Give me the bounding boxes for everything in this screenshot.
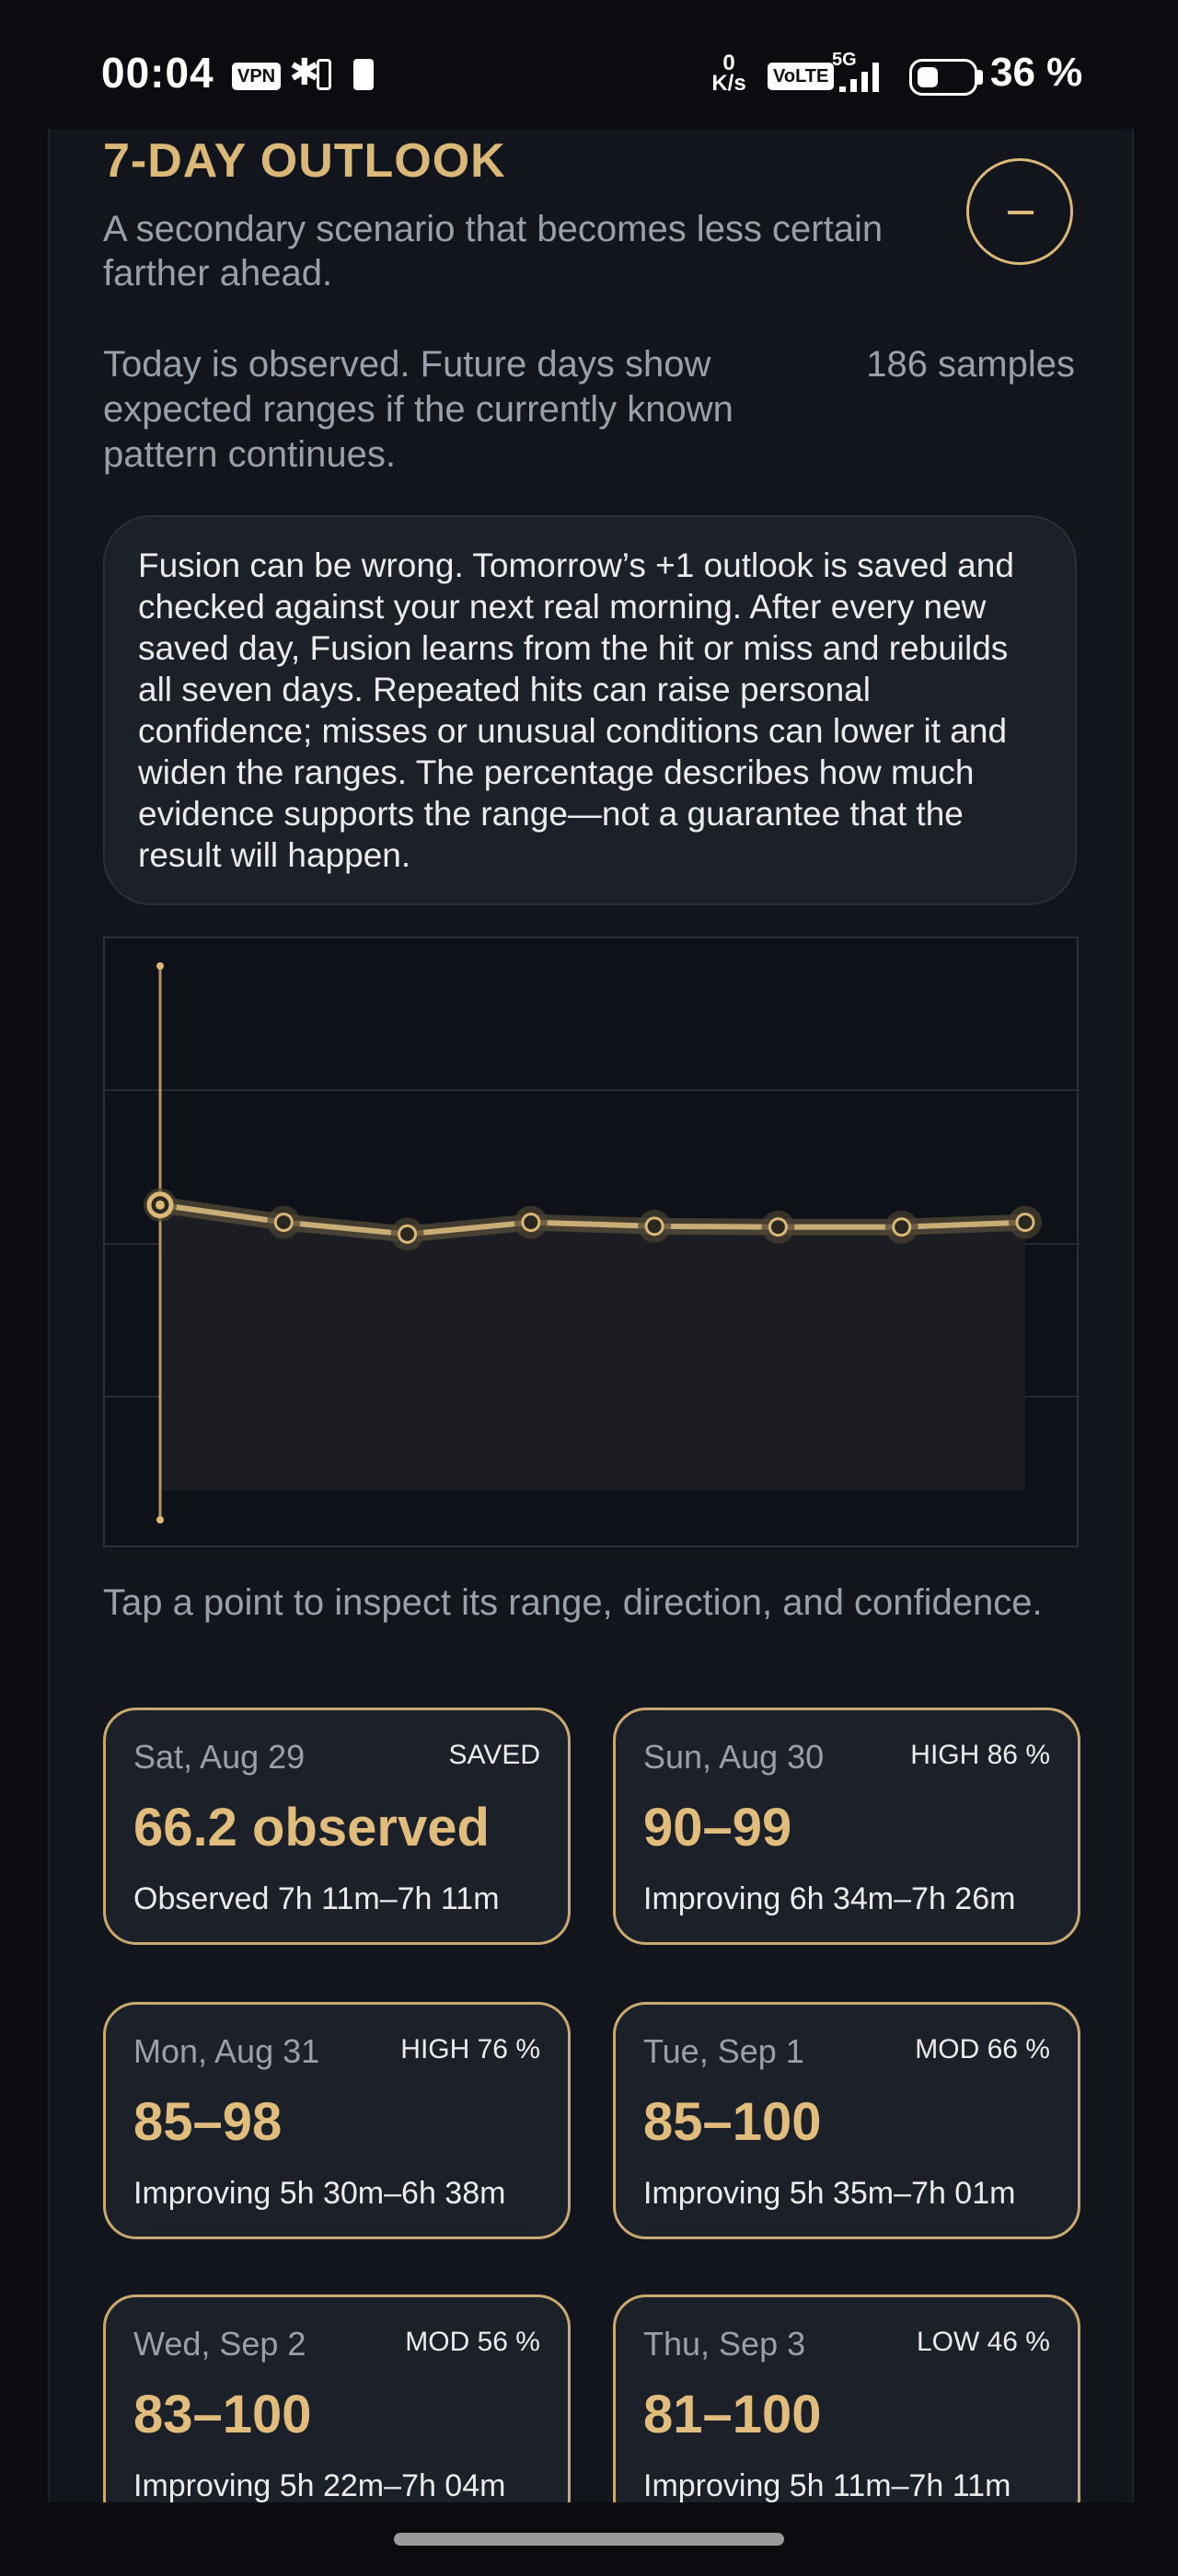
day-card-value: 66.2 observed (133, 1798, 490, 1857)
data-point[interactable] (892, 1217, 912, 1237)
device-battery-icon (317, 59, 331, 90)
day-card-date: Sat, Aug 29 (133, 1738, 306, 1776)
day-card-date: Sun, Aug 30 (643, 1738, 825, 1776)
day-card-confidence: LOW 46 % (916, 2327, 1050, 2357)
day-card-date: Wed, Sep 2 (133, 2325, 306, 2363)
status-bar: 00:04 VPN ✱ 0 K/s VoLTE 5G 36 % (0, 0, 1178, 129)
day-card-date: Thu, Sep 3 (643, 2325, 806, 2363)
day-card-confidence: SAVED (448, 1740, 540, 1770)
day-card-confidence: MOD 66 % (915, 2034, 1050, 2064)
battery-percent: 36 % (990, 50, 1083, 95)
data-point-selected-core (156, 1200, 165, 1210)
series-area (160, 1204, 1025, 1490)
section-title: 7-DAY OUTLOOK (103, 134, 506, 188)
day-card[interactable]: Tue, Sep 1 MOD 66 % 85–100 Improving 5h 35m… (613, 2002, 1080, 2239)
vpn-badge: VPN (232, 63, 282, 90)
outlook-chart[interactable] (103, 937, 1080, 1549)
section-subtitle: A secondary scenario that becomes less c… (103, 209, 884, 293)
data-point[interactable] (398, 1224, 418, 1244)
day-card[interactable]: Thu, Sep 3 LOW 46 % 81–100 Improving 5h 11m… (613, 2294, 1080, 2502)
day-card-confidence: MOD 56 % (405, 2327, 540, 2357)
data-rate: 0 K/s (705, 52, 753, 96)
samples-count: 186 samples (866, 344, 1075, 385)
outlook-panel: 7-DAY OUTLOOK A secondary scenario that … (48, 129, 1134, 2502)
selection-bottom-cap (156, 1516, 164, 1524)
data-point[interactable] (273, 1213, 294, 1233)
signal-icon (839, 63, 879, 92)
day-card-detail: Observed 7h 11m–7h 11m (133, 1881, 500, 1916)
chart-hint: Tap a point to inspect its range, direct… (103, 1582, 1043, 1623)
day-card-value: 83–100 (133, 2385, 312, 2444)
day-card[interactable]: Wed, Sep 2 MOD 56 % 83–100 Improving 5h 22m… (103, 2294, 571, 2502)
data-point[interactable] (644, 1216, 664, 1236)
volte-badge: VoLTE (768, 63, 835, 90)
day-card-detail: Improving 5h 11m–7h 11m (643, 2468, 1011, 2502)
day-card-detail: Improving 5h 22m–7h 04m (133, 2468, 506, 2502)
day-card-value: 85–100 (643, 2092, 822, 2152)
data-point[interactable] (768, 1217, 788, 1237)
day-card-detail: Improving 5h 35m–7h 01m (643, 2176, 1016, 2211)
day-card[interactable]: Sun, Aug 30 HIGH 86 % 90–99 Improving 6h 34… (613, 1708, 1080, 1945)
day-card-date: Mon, Aug 31 (133, 2032, 320, 2070)
disclaimer-note: Fusion can be wrong. Tomorrow’s +1 outlo… (103, 515, 1077, 905)
day-card[interactable]: Sat, Aug 29 SAVED 66.2 observed Observed 7h… (103, 1708, 571, 1945)
day-card-detail: Improving 5h 30m–6h 38m (133, 2176, 506, 2211)
clock: 00:04 (101, 49, 214, 97)
battery-icon (909, 59, 977, 96)
bluetooth-icon: ✱ (289, 52, 320, 93)
data-rate-unit: K/s (711, 71, 746, 96)
collapse-button[interactable] (966, 158, 1073, 265)
day-card-value: 85–98 (133, 2092, 283, 2152)
data-point[interactable] (521, 1213, 541, 1233)
home-indicator[interactable] (394, 2533, 784, 2546)
data-point[interactable] (1015, 1213, 1035, 1233)
chart-svg[interactable] (105, 938, 1080, 1549)
day-card[interactable]: Mon, Aug 31 HIGH 76 % 85–98 Improving 5h 30… (103, 2002, 571, 2239)
day-card-value: 90–99 (643, 1798, 792, 1857)
day-card-confidence: HIGH 76 % (400, 2034, 540, 2064)
day-card-detail: Improving 6h 34m–7h 26m (643, 1881, 1016, 1916)
day-card-value: 81–100 (643, 2385, 822, 2444)
day-card-confidence: HIGH 86 % (910, 1740, 1050, 1770)
disclaimer-text: Fusion can be wrong. Tomorrow’s +1 outlo… (138, 546, 1014, 874)
vibrate-icon (353, 59, 374, 90)
selection-top-cap (156, 962, 164, 970)
section-description: Today is observed. Future days show expe… (103, 344, 733, 475)
battery-tip (977, 70, 983, 85)
day-card-date: Tue, Sep 1 (643, 2032, 804, 2070)
